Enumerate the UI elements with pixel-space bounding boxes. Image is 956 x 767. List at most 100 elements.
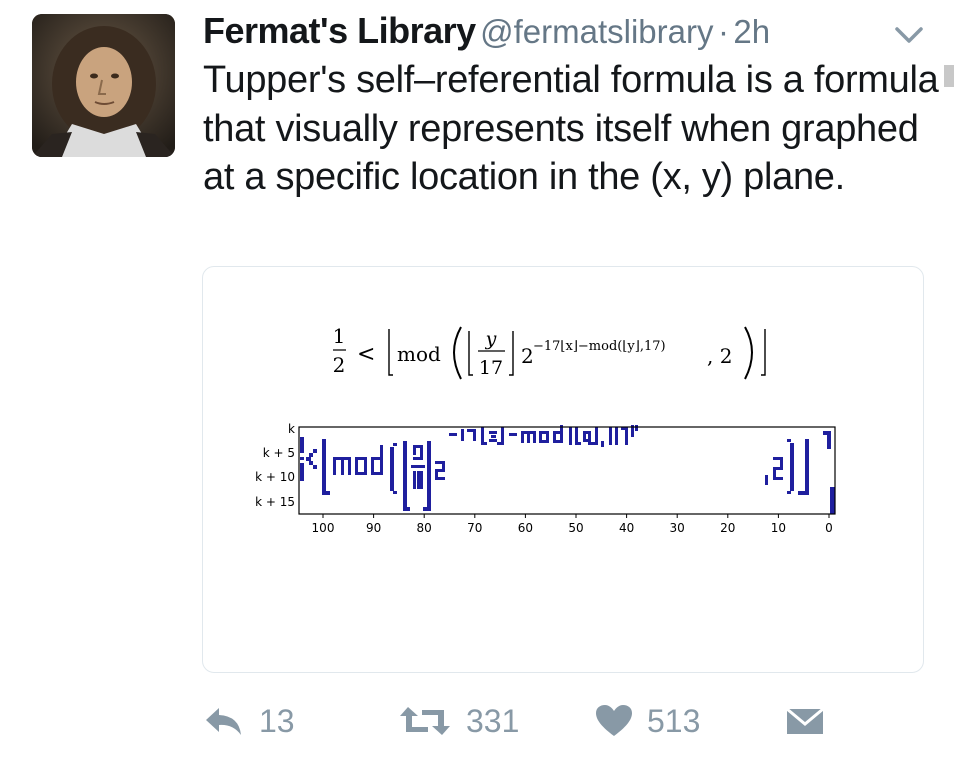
x-tick-label: 30 — [670, 521, 685, 535]
plot-pixel — [521, 431, 524, 443]
envelope-icon — [785, 704, 825, 738]
plot-pixel — [322, 439, 326, 495]
plot-pixel — [591, 442, 597, 445]
formula-modulus: , 2 — [707, 344, 732, 368]
plot-pixel — [491, 435, 496, 438]
plot-pixel — [560, 425, 563, 443]
x-tick-label: 40 — [619, 521, 634, 535]
plot-pixel — [489, 439, 497, 442]
plot-pixel — [413, 471, 416, 489]
plot-pixel — [583, 431, 586, 439]
plot-pixel — [546, 431, 549, 443]
plot-pixel — [420, 471, 423, 489]
y-tick-k: k — [288, 422, 295, 436]
x-tick-label: 90 — [366, 521, 381, 535]
media-card[interactable]: 1 2 < mod y 17 2 −17⌊x⌋−mod(⌊y⌋,17) , 2 … — [202, 266, 924, 673]
plot-pixel — [435, 477, 445, 480]
plot-pixel — [583, 439, 591, 442]
reply-count: 13 — [259, 702, 295, 739]
author-name[interactable]: Fermat's Library — [203, 10, 476, 51]
y-tick-k10: k + 10 — [255, 470, 295, 484]
plot-pixel — [313, 449, 317, 453]
plot-pixel — [497, 442, 503, 445]
plot-pixel — [533, 431, 536, 443]
plot-pixel — [773, 477, 783, 480]
plot-pixel — [309, 453, 313, 457]
plot-pixel — [615, 427, 618, 445]
plot-pixel — [798, 491, 806, 495]
y-tick-k15: k + 15 — [255, 495, 295, 509]
separator-dot: · — [717, 13, 729, 50]
plot-pixel — [539, 431, 542, 443]
plot-pixel — [609, 427, 612, 445]
reply-button[interactable]: 13 — [203, 697, 295, 745]
tweet-actions: 13 331 513 — [203, 697, 923, 747]
retweet-icon — [398, 704, 452, 738]
x-tick-label: 20 — [720, 521, 735, 535]
scrollbar[interactable] — [944, 65, 954, 87]
plot-pixel — [461, 429, 464, 441]
plot-pixel — [300, 457, 304, 460]
plot-pixel — [393, 491, 397, 494]
plot-pixel — [413, 457, 423, 460]
timestamp[interactable]: 2h — [733, 13, 770, 50]
x-tick-label: 80 — [417, 521, 432, 535]
plot-pixel — [355, 457, 358, 475]
plot-pixel — [393, 443, 397, 446]
plot-pixel — [413, 445, 416, 455]
plot-pixel — [827, 431, 831, 449]
x-tick-labels: 100 90 80 70 60 50 40 30 20 10 0 — [312, 514, 833, 535]
plot-pixel — [489, 431, 497, 434]
plot-pixel — [420, 445, 423, 459]
plot-pixel — [417, 471, 420, 489]
plot-pixel — [509, 433, 517, 436]
plot-pixel — [569, 427, 572, 445]
plot-pixel — [787, 491, 791, 494]
plot-pixel — [371, 457, 374, 475]
plot-pixel — [300, 437, 304, 453]
retweet-button[interactable]: 331 — [398, 697, 519, 745]
heart-icon — [595, 704, 633, 738]
tweet-header: Fermat's Library @fermatslibrary · 2h — [203, 10, 770, 52]
plot-pixel — [364, 457, 367, 475]
formula-lhs-denominator: 2 — [333, 353, 345, 377]
chevron-down-icon[interactable] — [893, 20, 925, 50]
formula-base: 2 — [521, 344, 534, 368]
plot-pixel — [322, 491, 330, 495]
like-button[interactable]: 513 — [595, 697, 700, 745]
plot-pixel — [575, 442, 581, 445]
plot-pixel — [830, 487, 835, 514]
plot-pixel — [527, 431, 530, 443]
direct-message-button[interactable] — [785, 697, 825, 745]
plot-pixels — [300, 425, 835, 514]
formula-lhs-numerator: 1 — [333, 324, 345, 348]
plot-pixel — [481, 442, 487, 445]
like-count: 513 — [647, 702, 701, 739]
plot-pixel — [403, 441, 407, 511]
x-tick-label: 60 — [518, 521, 533, 535]
plot-pixel — [348, 457, 351, 475]
plot-pixel — [380, 445, 383, 475]
plot-pixel — [341, 457, 344, 475]
plot-pixel — [601, 441, 604, 447]
plot-pixel — [313, 465, 317, 469]
plot-pixel — [300, 463, 304, 481]
plot-pixel — [423, 507, 430, 511]
portrait-image — [32, 14, 175, 157]
reply-icon — [203, 704, 245, 738]
x-tick-label: 0 — [825, 521, 833, 535]
formula-mod: mod — [397, 342, 441, 366]
plot-pixel — [473, 429, 476, 441]
plot-pixel — [390, 447, 394, 491]
plot-pixel — [306, 457, 311, 461]
tupper-formula: 1 2 < mod y 17 2 −17⌊x⌋−mod(⌊y⌋,17) , 2 — [333, 324, 766, 380]
avatar[interactable] — [32, 14, 175, 157]
author-handle[interactable]: @fermatslibrary — [480, 13, 713, 50]
plot-pixel — [411, 465, 425, 468]
formula-exponent: −17⌊x⌋−mod(⌊y⌋,17) — [533, 339, 666, 354]
tupper-plot: k k + 5 k + 10 k + 15 100 90 80 70 60 50 40 30 2… — [255, 422, 836, 535]
plot-pixel — [805, 439, 809, 495]
x-tick-label: 50 — [568, 521, 583, 535]
plot-pixel — [333, 457, 336, 475]
plot-pixel — [449, 433, 457, 436]
